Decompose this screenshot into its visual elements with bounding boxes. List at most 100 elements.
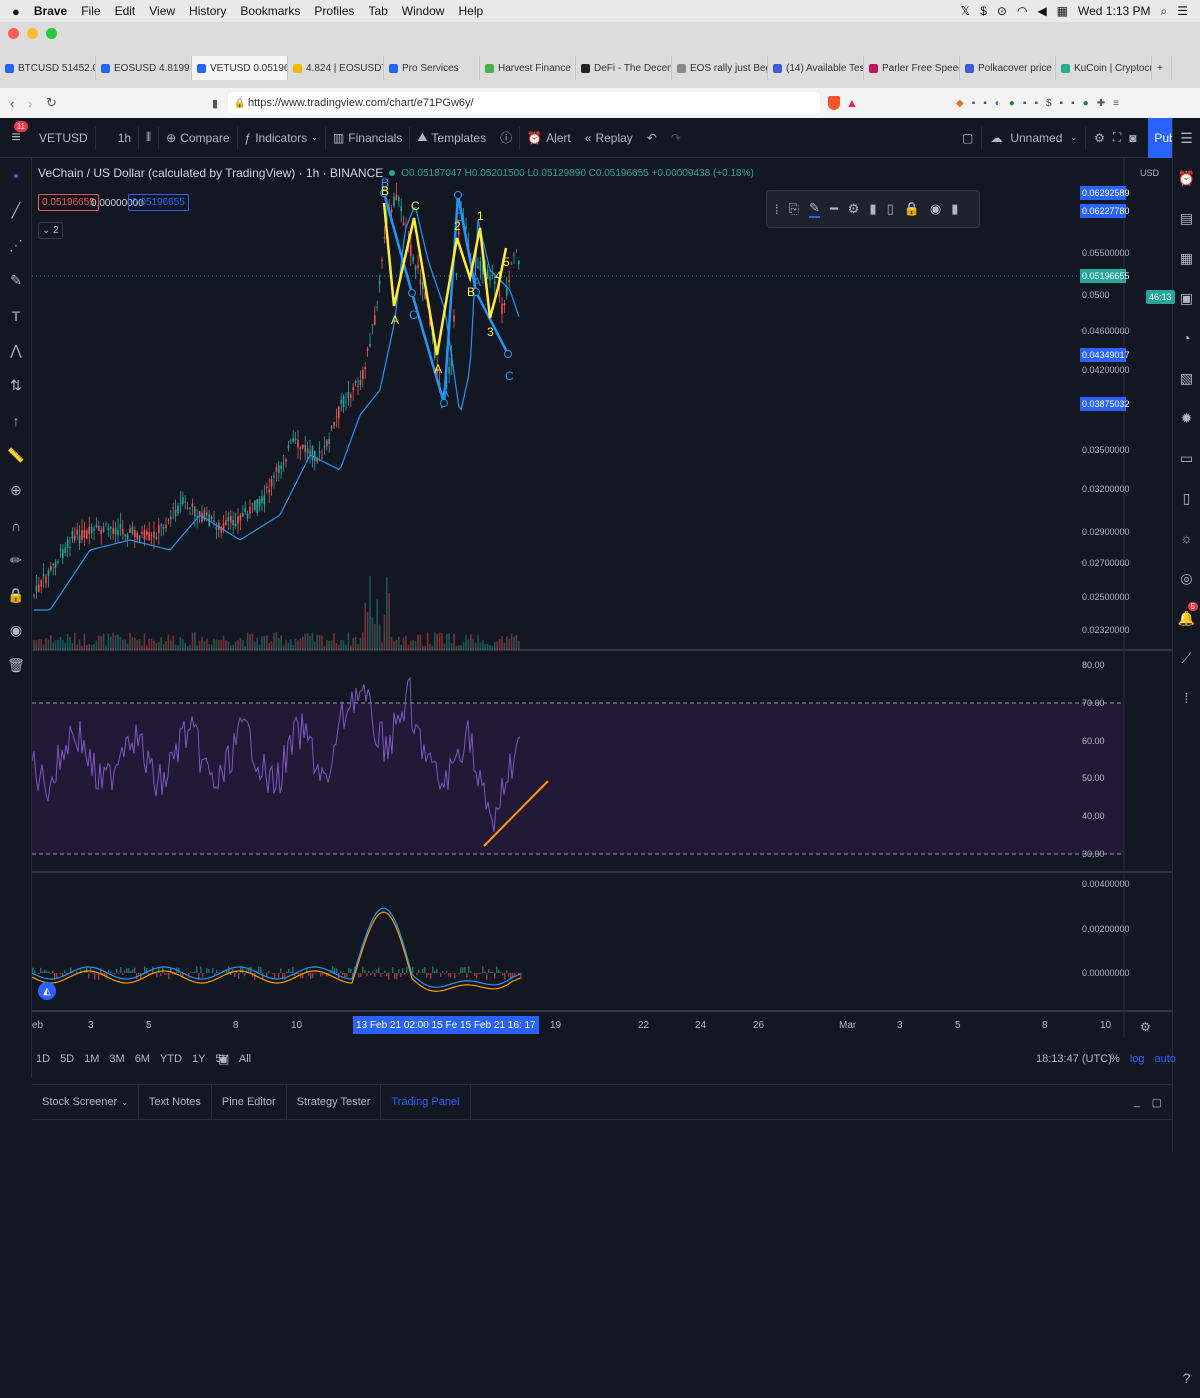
trend-line-icon[interactable]: ╱ xyxy=(0,193,32,228)
spotlight-search-icon[interactable]: ⌕ xyxy=(1161,4,1168,19)
volume-icon[interactable]: ◀ xyxy=(1037,4,1046,18)
log-scale-toggle[interactable]: log xyxy=(1130,1053,1145,1065)
fib-retracement-icon[interactable]: ⋰ xyxy=(0,228,32,263)
extension-icon[interactable]: ▪ xyxy=(983,98,987,109)
menu-help[interactable]: Help xyxy=(458,4,483,18)
browser-tab[interactable]: KuCoin | Cryptocurren xyxy=(1056,56,1152,80)
range-button-6m[interactable]: 6M xyxy=(135,1053,150,1065)
browser-tab[interactable]: EOSUSD 4.8199 ▲ +3 xyxy=(96,56,192,80)
templates-info-button[interactable]: ⓘ xyxy=(493,129,519,146)
notifications-bell-icon[interactable]: 🔔5 xyxy=(1173,598,1200,638)
browser-tab[interactable]: DeFi - The Decentrali xyxy=(576,56,672,80)
range-button-1y[interactable]: 1Y xyxy=(192,1053,205,1065)
extension-icon[interactable]: ▪ xyxy=(972,98,976,109)
streams-icon[interactable]: ▯ xyxy=(1173,478,1200,518)
hotlist-icon[interactable]: ▦ xyxy=(1173,238,1200,278)
forward-icon[interactable]: › xyxy=(28,96,32,111)
range-button-ytd[interactable]: YTD xyxy=(160,1053,182,1065)
menu-file[interactable]: File xyxy=(81,4,100,18)
extension-icon[interactable]: ◐ xyxy=(995,98,1001,109)
buy-price-box[interactable]: 0.05196655 xyxy=(128,194,189,211)
extension-icon[interactable]: ▪ xyxy=(1060,98,1064,109)
tab-text-notes[interactable]: Text Notes xyxy=(139,1084,212,1120)
arrow-up-icon[interactable]: ↑ xyxy=(0,403,32,438)
range-button-3m[interactable]: 3M xyxy=(109,1053,124,1065)
range-button-5d[interactable]: 5D xyxy=(60,1053,74,1065)
app-name[interactable]: Brave xyxy=(34,4,67,18)
pencil-lock-icon[interactable]: ✏ xyxy=(0,543,32,578)
interval-button[interactable]: 1h xyxy=(96,131,138,145)
line-color-icon[interactable]: ✎ xyxy=(809,200,820,218)
lock-icon[interactable]: 🔒 xyxy=(0,578,32,613)
url-field[interactable]: 🔒https://www.tradingview.com/chart/e71PG… xyxy=(228,92,820,114)
indicators-button[interactable]: ƒIndicators⌄ xyxy=(238,131,325,145)
minimize-panel-icon[interactable]: _ xyxy=(1134,1096,1140,1108)
extension-icon[interactable]: ▪ xyxy=(1034,98,1038,109)
auto-scale-toggle[interactable]: auto xyxy=(1154,1053,1175,1065)
brush-icon[interactable]: ✎ xyxy=(0,263,32,298)
crosshair-icon[interactable] xyxy=(0,158,32,193)
range-button-1d[interactable]: 1D xyxy=(36,1053,50,1065)
snapshot-camera-icon[interactable]: ◙ xyxy=(1129,131,1136,145)
browser-tab[interactable]: EOS rally just Beginni xyxy=(672,56,768,80)
symbol-search-button[interactable]: VETUSD xyxy=(32,131,95,145)
financials-button[interactable]: ▥Financials xyxy=(326,131,409,145)
compare-button[interactable]: ⊕Compare xyxy=(159,131,236,145)
extensions-puzzle-icon[interactable]: ✚ xyxy=(1097,98,1105,109)
wave-point[interactable] xyxy=(505,351,512,358)
trash-icon[interactable]: 🗑 xyxy=(0,648,32,683)
news-icon[interactable]: ▧ xyxy=(1173,358,1200,398)
reload-icon[interactable]: ↻ xyxy=(46,95,57,111)
settings-gear-icon[interactable]: ⚙ xyxy=(1094,131,1105,145)
layout-select-icon[interactable]: ▢ xyxy=(962,131,973,145)
wifi-icon[interactable]: ◠ xyxy=(1017,4,1027,18)
data-window-icon[interactable]: ▤ xyxy=(1173,198,1200,238)
clone-icon[interactable]: ▯ xyxy=(887,201,894,217)
chevron-down-icon[interactable]: ⌄ xyxy=(1070,133,1077,142)
maximize-panel-icon[interactable]: ▢ xyxy=(1152,1096,1162,1109)
chart-style-button[interactable]: ⫴ xyxy=(139,130,158,145)
calendar-icon[interactable]: ▣ xyxy=(1173,278,1200,318)
prediction-icon[interactable]: ⇅ xyxy=(0,368,32,403)
x-icon[interactable]: 𝕏 xyxy=(961,4,971,18)
tab-stock-screener[interactable]: Stock Screener⌄ xyxy=(32,1084,139,1120)
extension-icon[interactable]: ▪ xyxy=(1023,98,1027,109)
stream-broadcast-icon[interactable]: ◎ xyxy=(1173,558,1200,598)
wave-point[interactable] xyxy=(409,290,416,297)
wave-point[interactable] xyxy=(455,192,462,199)
eye-icon[interactable]: ◉ xyxy=(0,613,32,648)
settings-gear-icon[interactable]: ⚙ xyxy=(848,201,860,217)
layout-name-button[interactable]: Unnamed xyxy=(1010,131,1062,145)
alert-button[interactable]: ⏰Alert xyxy=(520,131,578,145)
extension-icon[interactable]: ● xyxy=(1083,98,1089,109)
percent-scale-toggle[interactable]: % xyxy=(1110,1053,1120,1065)
back-icon[interactable]: ‹ xyxy=(10,96,14,111)
zoom-in-icon[interactable]: ⊕ xyxy=(0,473,32,508)
tab-strategy-tester[interactable]: Strategy Tester xyxy=(287,1084,382,1120)
metamask-icon[interactable]: ◆ xyxy=(956,98,964,109)
browser-tab[interactable]: Polkacover price toda xyxy=(960,56,1056,80)
watchlist-icon[interactable]: ☰ xyxy=(1173,118,1200,158)
goto-date-icon[interactable]: ▣ xyxy=(218,1052,229,1066)
currency-label[interactable]: USD xyxy=(1140,168,1159,178)
lightbulb-icon[interactable]: ☼ xyxy=(1173,518,1200,558)
menu-profiles[interactable]: Profiles xyxy=(314,4,354,18)
browser-tab[interactable]: 4.824 | EOSUSDT | Bi xyxy=(288,56,384,80)
order-panel-icon[interactable]: ⟋ xyxy=(1173,638,1200,678)
chat-icon[interactable]: ▭ xyxy=(1173,438,1200,478)
minimize-window-dot[interactable] xyxy=(27,28,38,39)
browser-tab[interactable]: Pro Services xyxy=(384,56,480,80)
tab-pine-editor[interactable]: Pine Editor xyxy=(212,1084,287,1120)
browser-tab[interactable]: Harvest Finance xyxy=(480,56,576,80)
browser-tab[interactable]: BTCUSD 51452.03 ▲ xyxy=(0,56,96,80)
drag-handle-icon[interactable]: ⁞ xyxy=(775,202,779,217)
template-icon[interactable]: ⎘ xyxy=(789,201,799,217)
undo-button[interactable]: ↶ xyxy=(640,131,664,145)
fullscreen-icon[interactable]: ⛶ xyxy=(1113,130,1121,145)
extension-icon[interactable]: ▪ xyxy=(1071,98,1075,109)
dollar-icon[interactable]: $ xyxy=(980,4,987,18)
tab-trading-panel[interactable]: Trading Panel xyxy=(381,1084,470,1120)
replay-button[interactable]: «Replay xyxy=(578,131,640,145)
bookmark-icon[interactable]: ▮ xyxy=(212,97,218,110)
text-tool-icon[interactable]: T xyxy=(0,298,32,333)
